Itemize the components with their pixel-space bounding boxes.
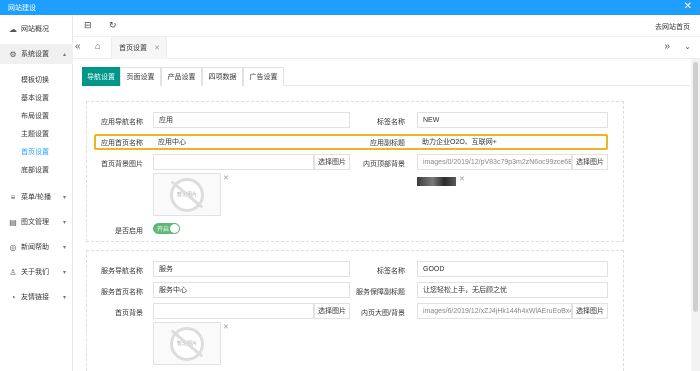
service-tag-name-input[interactable]: GOOD: [417, 261, 608, 277]
sidebar: ☁ 网站概况 ⚙ 系统设置 ▴ 模板切换 基本设置 布局设置 主题设置 首页设置…: [0, 15, 73, 371]
sidebar-item-menu-carousel[interactable]: ≡ 菜单/轮播 ▾: [0, 187, 73, 207]
link-icon: ◔: [10, 292, 16, 302]
sidebar-item-links[interactable]: ◔ 友情链接 ▾: [0, 287, 73, 307]
refresh-icon[interactable]: ↻: [109, 20, 117, 31]
service-tag-name-label: 标签名称: [377, 268, 405, 275]
inner-top-bg-input[interactable]: images/0/2019/12/pV83c79p3m2zN6oc99zce6B…: [417, 154, 572, 170]
service-nav-name-label: 服务导航名称: [101, 268, 143, 275]
chevron-down-icon: ▾: [62, 219, 66, 226]
go-to-site-home-link[interactable]: 去网站首页: [655, 22, 690, 32]
home-bg-image-input[interactable]: [153, 154, 314, 170]
subtab-page-settings[interactable]: 页面设置: [120, 67, 161, 86]
remove-image-icon[interactable]: ✕: [223, 174, 229, 182]
remove-image-icon[interactable]: ✕: [223, 323, 229, 331]
service-section-panel: 服务导航名称 服务 标签名称 GOOD 服务首页名称 服务中心 服务保障副标题 …: [86, 250, 624, 371]
sidebar-item-label: 新闻帮助: [21, 244, 49, 251]
close-icon[interactable]: ✕: [684, 1, 692, 13]
menu-icon: ≡: [10, 192, 16, 202]
service-nav-name-input[interactable]: 服务: [153, 261, 350, 277]
sidebar-item-label: 网站概况: [21, 26, 49, 33]
sidebar-subitem-basic[interactable]: 基本设置: [0, 89, 73, 107]
select-image-button[interactable]: 选择图片: [572, 154, 608, 170]
chevron-down-icon: ▾: [62, 294, 66, 301]
chat-icon: ◎: [9, 242, 17, 252]
select-image-button[interactable]: 选择图片: [572, 303, 608, 319]
vertical-scrollbar[interactable]: [691, 59, 700, 371]
main-content: 导航设置 页面设置 产品设置 四项数据 广告设置 应用导航名称 应用 标签名称 …: [73, 59, 700, 371]
sidebar-item-content[interactable]: ▤ 图文管理 ▾: [0, 212, 73, 232]
tab-home-settings[interactable]: 首页设置 ✕: [111, 37, 167, 59]
sidebar-item-label: 图文管理: [21, 219, 49, 226]
sidebar-item-system-settings[interactable]: ⚙ 系统设置 ▴: [0, 44, 73, 64]
app-tag-name-label: 标签名称: [377, 119, 405, 126]
image-preview: 暂无图片: [153, 173, 221, 216]
home-bg-image-label: 首页背景图片: [101, 161, 143, 168]
app-home-name-input[interactable]: 应用中心: [153, 135, 350, 149]
chevron-down-icon[interactable]: ⌄: [684, 42, 691, 51]
settings-subtabs: 导航设置 页面设置 产品设置 四项数据 广告设置: [82, 67, 690, 86]
app-home-name-label: 应用首页名称: [101, 140, 143, 147]
service-inner-bg-input[interactable]: images/6/2019/12/xZJ4jHk144h4xWlAEruEoBx…: [417, 303, 572, 319]
scroll-tabs-right-icon[interactable]: »: [664, 41, 670, 52]
service-subtitle-input[interactable]: 让您轻松上手，无后顾之忧: [417, 282, 608, 298]
enable-toggle[interactable]: 开启: [153, 223, 180, 234]
app-nav-name-input[interactable]: 应用: [153, 112, 350, 128]
sidebar-subitem-theme[interactable]: 主题设置: [0, 125, 73, 143]
home-icon[interactable]: ⌂: [95, 41, 100, 51]
service-subtitle-label: 服务保障副标题: [356, 289, 405, 296]
inner-bg-thumbnail: [417, 177, 456, 186]
chevron-down-icon: ▾: [62, 194, 66, 201]
scrollbar-thumb[interactable]: [693, 62, 698, 312]
sidebar-item-label: 友情链接: [21, 294, 49, 301]
service-inner-bg-label: 内页大图/背景: [361, 310, 405, 317]
chevron-down-icon: ▾: [62, 244, 66, 251]
sidebar-item-news[interactable]: ◎ 新闻帮助 ▾: [0, 237, 73, 257]
service-home-bg-label: 首页背景: [115, 310, 143, 317]
image-preview: 暂无图片: [153, 322, 221, 365]
sidebar-item-label: 菜单/轮播: [21, 194, 51, 201]
gear-icon: ⚙: [9, 49, 17, 59]
subtab-nav-settings[interactable]: 导航设置: [82, 67, 120, 86]
remove-image-icon[interactable]: ✕: [459, 175, 465, 183]
app-tag-name-input[interactable]: NEW: [417, 112, 608, 128]
toggle-label: 开启: [157, 227, 170, 233]
chevron-up-icon: ▴: [62, 51, 66, 58]
subtab-product-settings[interactable]: 产品设置: [161, 67, 202, 86]
sidebar-item-label: 系统设置: [21, 51, 49, 58]
sidebar-item-about[interactable]: ♙ 关于我们 ▾: [0, 262, 73, 282]
sidebar-subitem-home[interactable]: 首页设置: [0, 143, 73, 161]
no-image-icon: 暂无图片: [170, 326, 204, 361]
service-home-name-label: 服务首页名称: [101, 289, 143, 296]
sidebar-item-label: 关于我们: [21, 269, 49, 276]
collapse-sidebar-icon[interactable]: ⊟: [84, 20, 92, 31]
sidebar-subitem-template[interactable]: 模板切换: [0, 71, 73, 89]
scroll-tabs-left-icon[interactable]: «: [75, 41, 81, 52]
toggle-knob: [170, 224, 179, 233]
app-section-panel: 应用导航名称 应用 标签名称 NEW 应用首页名称 应用中心 应用副标题 助力企…: [86, 101, 624, 242]
service-home-bg-input[interactable]: [153, 303, 314, 319]
app-nav-name-label: 应用导航名称: [101, 119, 143, 126]
subtab-ad-settings[interactable]: 广告设置: [243, 67, 284, 86]
document-icon: ▤: [9, 217, 17, 227]
top-toolbar: ⊟ ↻ 去网站首页: [73, 15, 700, 37]
sidebar-subitem-layout[interactable]: 布局设置: [0, 107, 73, 125]
dashboard-icon: ☁: [9, 24, 17, 34]
enable-label: 是否启用: [115, 228, 143, 235]
user-icon: ♙: [9, 267, 17, 277]
window-title: 网站建设: [8, 5, 36, 12]
inner-top-bg-label: 内页顶部背景: [363, 161, 405, 168]
chevron-down-icon: ▾: [62, 269, 66, 276]
close-tab-icon[interactable]: ✕: [154, 44, 160, 52]
app-subtitle-label: 应用副标题: [370, 140, 405, 147]
no-image-icon: 暂无图片: [170, 177, 204, 212]
tab-label: 首页设置: [119, 45, 147, 52]
page-tabbar: « ⌂ 首页设置 ✕ » ⌄: [73, 37, 700, 59]
subtab-four-data[interactable]: 四项数据: [202, 67, 243, 86]
service-home-name-input[interactable]: 服务中心: [153, 282, 350, 298]
window-titlebar: 网站建设 ✕: [0, 0, 700, 15]
sidebar-item-overview[interactable]: ☁ 网站概况: [0, 19, 73, 39]
app-subtitle-input[interactable]: 助力企业O2O、互联网+: [417, 135, 608, 149]
sidebar-subitem-footer[interactable]: 底部设置: [0, 161, 73, 179]
